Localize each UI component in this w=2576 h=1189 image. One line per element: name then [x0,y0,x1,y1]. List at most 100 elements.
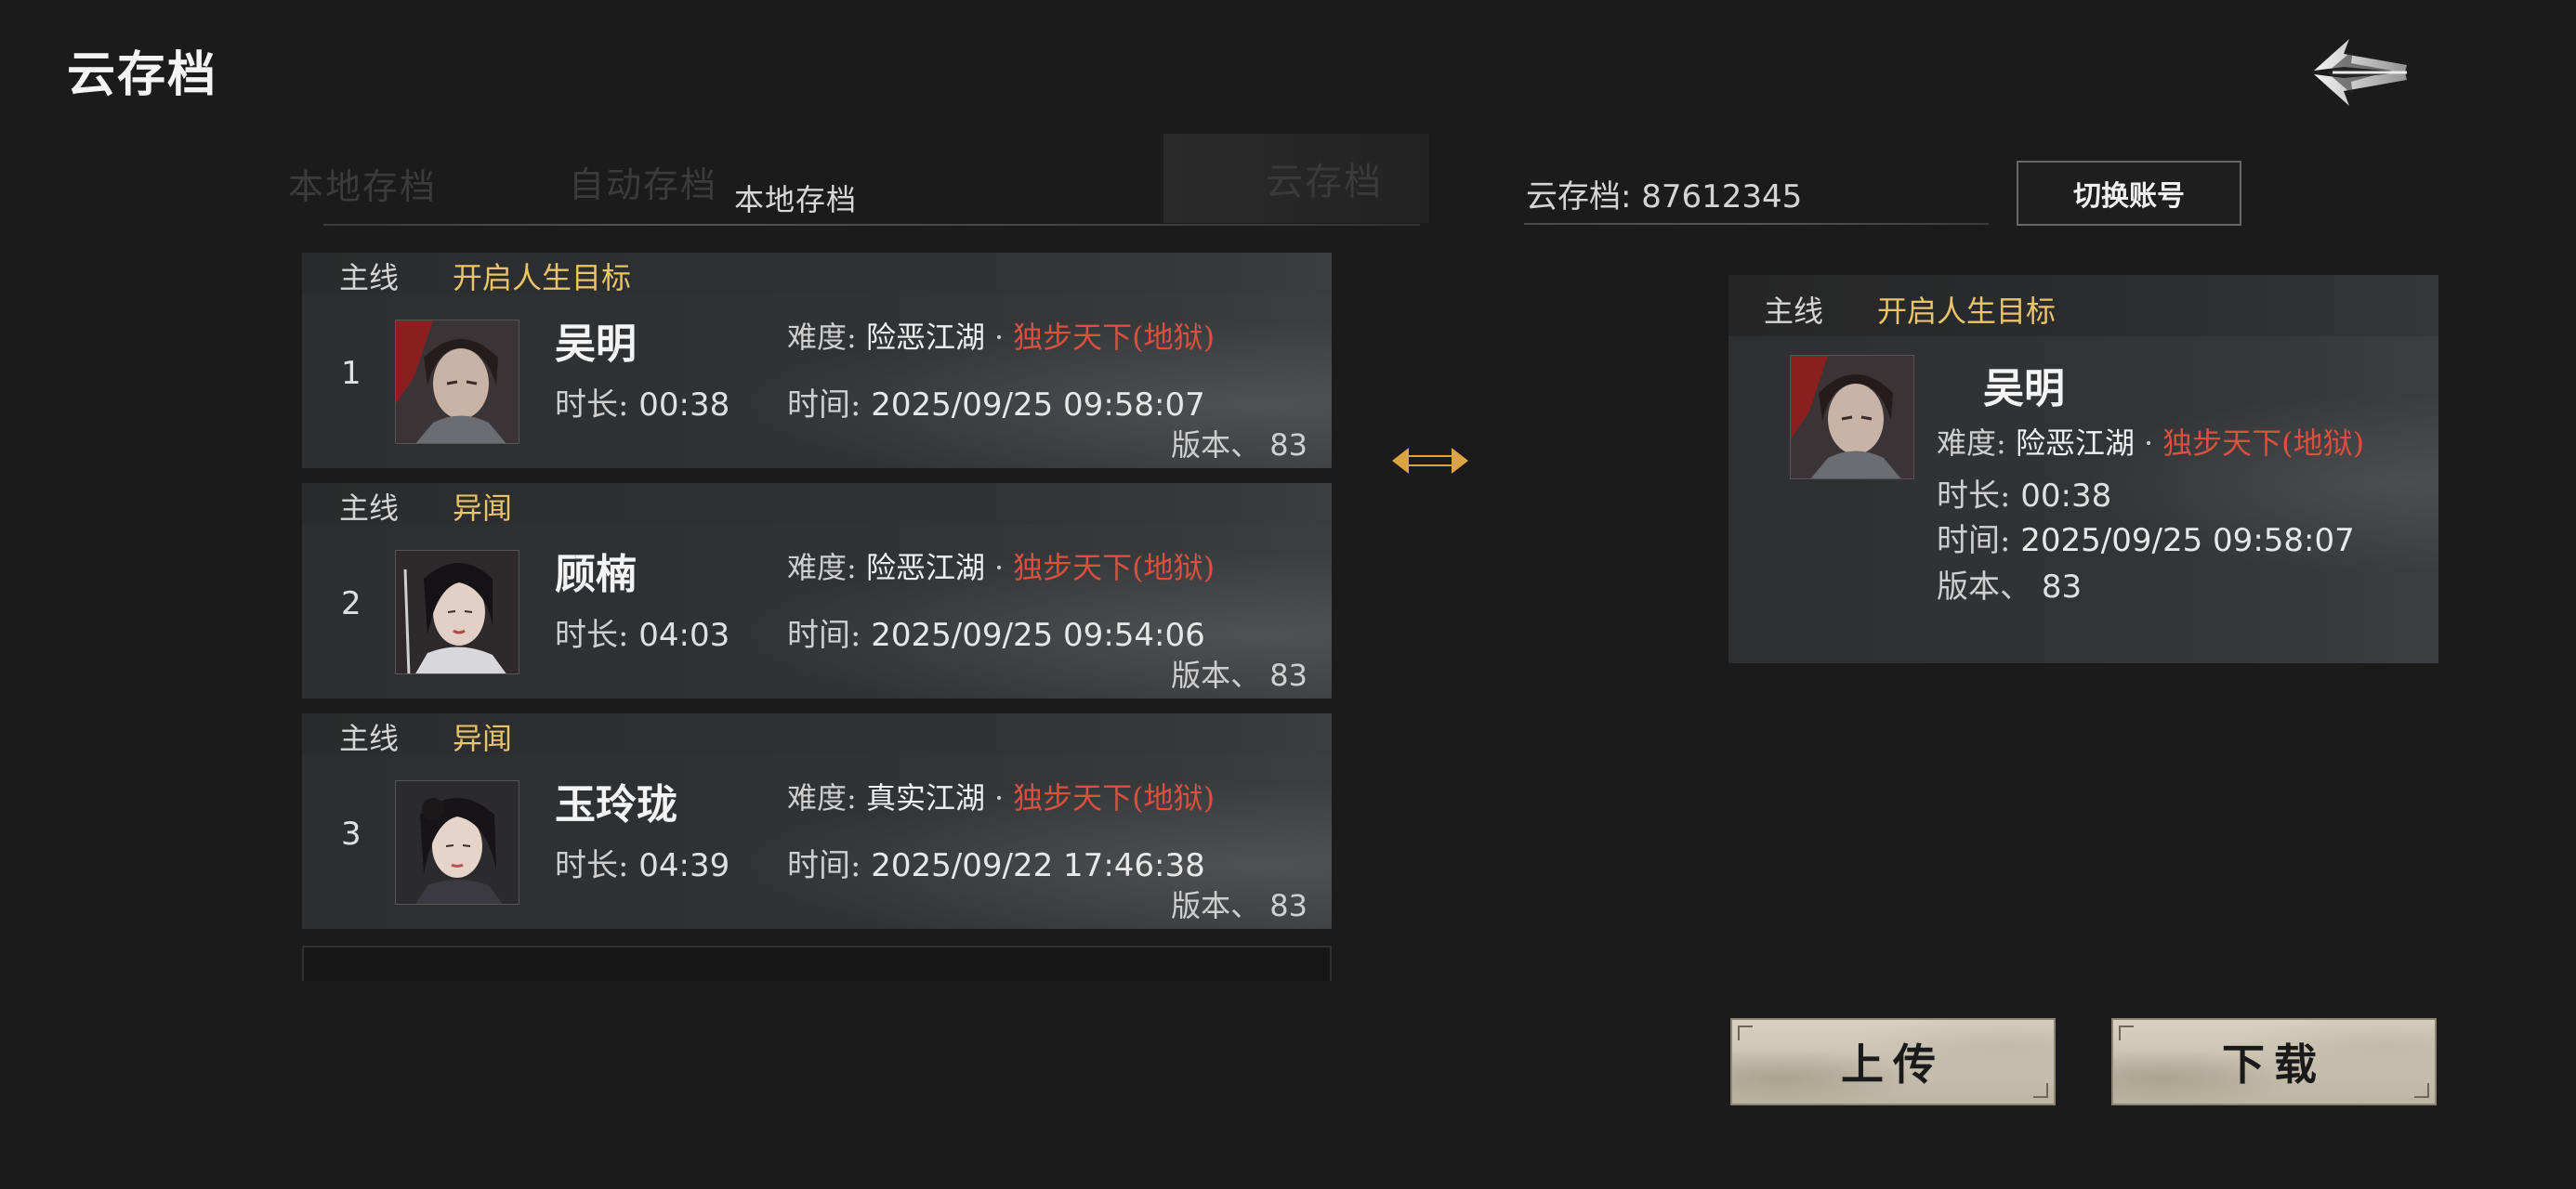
cloud-account-id: 云存档: 87612345 [1526,178,1803,216]
slot-number: 1 [341,355,361,392]
difficulty-value: 真实江湖 [865,780,985,816]
duration-value: 00:38 [2020,477,2112,515]
switch-account-button[interactable]: 切换账号 [2017,161,2241,226]
time-row: 时间: 2025/09/25 09:54:06 [787,609,1205,655]
save-slot-1[interactable]: 主线 开启人生目标 1 吴明 难度: 险恶江湖 · 独步天下(地狱) 时长: 0… [302,253,1332,468]
main-line-tag: 主线 [339,721,400,756]
portrait-wuming-icon [396,320,519,443]
back-arrow-icon [2314,39,2407,106]
duration-key: 时长: [555,386,629,424]
time-value: 2025/09/25 09:58:07 [871,386,1205,424]
version-value: 83 [1269,888,1308,923]
time-row: 时间: 2025/09/25 09:58:07 [787,379,1205,425]
quest-goal: 异闻 [453,721,513,756]
difficulty-row: 难度: 险恶江湖 · 独步天下(地狱) [1937,420,2364,463]
difficulty-key: 难度: [787,550,857,585]
duration-key: 时长: [555,847,629,884]
upload-button[interactable]: 上传 [1730,1018,2056,1105]
main-line-tag: 主线 [339,260,400,295]
separator-dot: · [2143,425,2154,461]
duration-value: 04:39 [638,847,730,884]
duration-key: 时长: [1937,477,2011,515]
version-value: 83 [1269,427,1308,463]
version-key: 版本、 [1171,888,1261,923]
duration-row: 时长: 04:03 [555,609,729,655]
character-portrait [395,550,519,674]
difficulty-key: 难度: [787,320,857,355]
difficulty-row: 难度: 险恶江湖 · 独步天下(地狱) [787,314,1215,357]
version-row: 版本、 83 [1171,882,1308,925]
tab-local-save[interactable]: 本地存档 [734,176,857,219]
portrait-yulinglong-icon [396,781,519,904]
time-value: 2025/09/25 09:58:07 [2020,522,2355,559]
duration-row: 时长: 00:38 [555,379,729,425]
character-name: 吴明 [555,320,637,368]
save-tabs: 本地存档 自动存档 本地存档 云存档 [279,130,1431,232]
slot-number: 2 [341,585,361,622]
main-line-tag: 主线 [1764,294,1824,329]
mode-value: 独步天下(地狱) [1013,780,1216,816]
back-button[interactable] [2295,26,2416,119]
version-row: 版本、 83 [1937,561,2082,607]
account-divider [1524,223,1989,225]
double-arrow-icon [1388,440,1472,481]
time-value: 2025/09/22 17:46:38 [871,847,1205,884]
time-key: 时间: [787,386,861,424]
tabs-divider [323,224,1420,226]
quest-goal: 开启人生目标 [453,260,632,295]
version-value: 83 [1269,658,1308,693]
character-name: 玉玲珑 [555,781,677,829]
quest-goal: 开启人生目标 [1877,294,2057,329]
mode-value: 独步天下(地狱) [1013,550,1216,585]
version-row: 版本、 83 [1171,652,1308,695]
download-button[interactable]: 下载 [2111,1018,2437,1105]
difficulty-row: 难度: 真实江湖 · 独步天下(地狱) [787,775,1215,817]
save-slot-3[interactable]: 主线 异闻 3 玉玲珑 难度: 真实江湖 · 独步天下(地狱) 时长: 04:3… [302,713,1332,929]
difficulty-key: 难度: [1937,425,2006,461]
page-title: 云存档 [67,46,218,103]
character-portrait [1790,355,1914,479]
version-row: 版本、 83 [1171,422,1308,464]
version-key: 版本、 [1171,427,1261,463]
duration-value: 04:03 [638,617,730,654]
empty-save-slot[interactable] [302,946,1332,981]
cloud-save-card[interactable]: 主线 开启人生目标 吴明 难度: 险恶江湖 · 独步天下(地狱) 时长: 00:38… [1728,275,2438,663]
version-key: 版本、 [1171,658,1261,693]
version-value: 83 [2041,568,2083,606]
cloud-save-screen: 云存档 本地存档 自动存档 本地存档 云存档 云存档: 87612345 切换账… [0,0,2576,1189]
difficulty-row: 难度: 险恶江湖 · 独步天下(地狱) [787,544,1215,587]
version-key: 版本、 [1937,568,2031,606]
time-key: 时间: [787,847,861,884]
mode-value: 独步天下(地狱) [2162,425,2365,461]
difficulty-value: 险恶江湖 [865,550,985,585]
character-portrait [395,780,519,905]
slot-number: 3 [341,816,361,853]
separator-dot: · [993,550,1005,585]
time-value: 2025/09/25 09:54:06 [871,617,1205,654]
character-name: 顾楠 [555,551,637,598]
time-key: 时间: [1937,522,2011,559]
duration-row: 时长: 00:38 [1937,470,2111,516]
portrait-gunan-icon [396,551,519,673]
separator-dot: · [993,780,1005,816]
difficulty-value: 险恶江湖 [2015,425,2135,461]
tab-cloud-save[interactable]: 云存档 [1163,134,1429,223]
time-row: 时间: 2025/09/25 09:58:07 [1937,515,2355,560]
quest-goal: 异闻 [453,490,513,526]
duration-row: 时长: 04:39 [555,840,729,885]
tab-cloud-label: 云存档 [1266,161,1383,203]
duration-value: 00:38 [638,386,730,424]
portrait-wuming-icon [1791,356,1913,478]
tab-local-save-faded[interactable]: 本地存档 [288,158,437,209]
main-line-tag: 主线 [339,490,400,526]
tab-auto-save[interactable]: 自动存档 [569,156,717,207]
character-portrait [395,320,519,444]
separator-dot: · [993,320,1005,355]
mode-value: 独步天下(地狱) [1013,320,1216,355]
duration-key: 时长: [555,617,629,654]
difficulty-key: 难度: [787,780,857,816]
save-slot-2[interactable]: 主线 异闻 2 顾楠 难度: 险恶江湖 · 独步天下(地狱) 时长: 04:03… [302,483,1332,699]
cloud-card-header [1728,275,2438,336]
time-row: 时间: 2025/09/22 17:46:38 [787,840,1205,885]
character-name: 吴明 [1983,365,2065,412]
